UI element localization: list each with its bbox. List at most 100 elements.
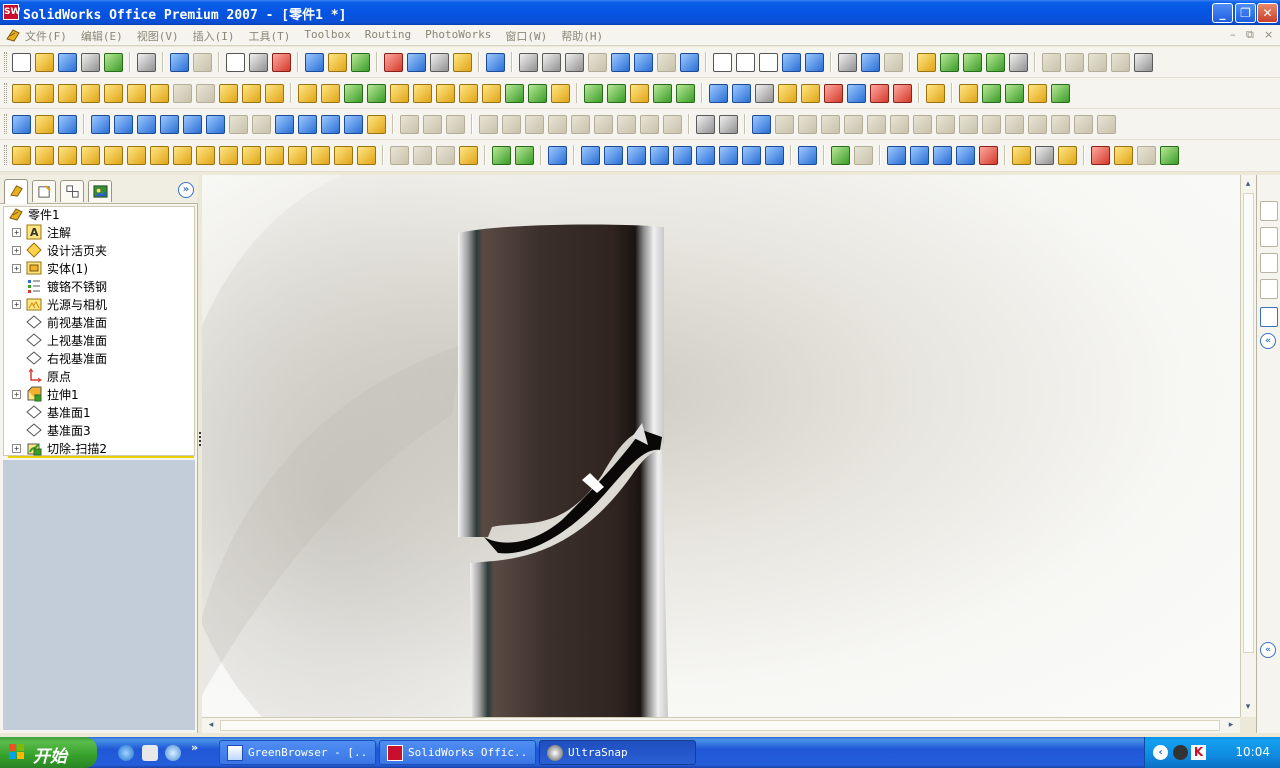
menu-help[interactable]: 帮助(H) xyxy=(561,28,603,44)
sketch-relation-icon[interactable] xyxy=(486,52,505,72)
vertical-scrollbar[interactable]: ▴ ▾ xyxy=(1240,175,1256,717)
texture-icon[interactable] xyxy=(1114,145,1133,165)
close-button[interactable]: ✕ xyxy=(1257,3,1278,23)
bottom-view-icon[interactable] xyxy=(696,145,715,165)
balance-icon[interactable] xyxy=(755,83,774,103)
smart-dimension-sketch-icon[interactable] xyxy=(58,114,77,134)
sketch-chamfer-icon[interactable] xyxy=(252,114,271,134)
rotate-icon[interactable] xyxy=(611,52,630,72)
projected-curve-icon[interactable] xyxy=(1051,83,1070,103)
mid-surface-icon[interactable] xyxy=(311,145,330,165)
back-view-icon[interactable] xyxy=(604,145,623,165)
right-view-icon[interactable] xyxy=(650,145,669,165)
symmetric-icon[interactable] xyxy=(1028,114,1047,134)
gusset-icon[interactable] xyxy=(1134,52,1153,72)
equations-icon[interactable] xyxy=(847,83,866,103)
copy-appearance-icon[interactable] xyxy=(1137,145,1156,165)
hole-wizard-icon[interactable] xyxy=(413,83,432,103)
toolbar-grip[interactable] xyxy=(4,52,7,72)
rib-icon[interactable] xyxy=(298,83,317,103)
title-bar[interactable]: SW SolidWorks Office Premium 2007 - [零件1… xyxy=(0,0,1280,25)
axis-icon[interactable] xyxy=(963,52,982,72)
appearance-icon[interactable] xyxy=(1012,145,1031,165)
save-icon[interactable] xyxy=(58,52,77,72)
hidden-lines-visible-icon[interactable] xyxy=(736,52,755,72)
circular-pattern-icon[interactable] xyxy=(459,83,478,103)
photoworks-scene-icon[interactable] xyxy=(854,145,873,165)
roll-view-icon[interactable] xyxy=(657,52,676,72)
tangent-icon[interactable] xyxy=(936,114,955,134)
surface-revolve-icon[interactable] xyxy=(35,145,54,165)
zoom-selection-icon[interactable] xyxy=(588,52,607,72)
note-icon[interactable] xyxy=(778,83,797,103)
front-view-icon[interactable] xyxy=(581,145,600,165)
equal-icon[interactable] xyxy=(1005,114,1024,134)
spline-icon[interactable] xyxy=(298,114,317,134)
tree-item-top-plane[interactable]: 上视基准面 xyxy=(4,331,194,349)
3d-sketch-icon[interactable] xyxy=(35,114,54,134)
sketch-picture-icon[interactable] xyxy=(696,114,715,134)
tangent-arc-icon[interactable] xyxy=(183,114,202,134)
expand-panel-button[interactable]: » xyxy=(178,182,194,198)
task-ultrasnap[interactable]: UltraSnap xyxy=(539,740,696,765)
task-greenbrowser[interactable]: GreenBrowser - [... xyxy=(219,740,376,765)
tree-item-annotations[interactable]: + A 注解 xyxy=(4,223,194,241)
antivirus-icon[interactable]: K xyxy=(1191,745,1206,760)
mass-properties-icon[interactable] xyxy=(1009,52,1028,72)
render-area-icon[interactable] xyxy=(910,145,929,165)
expand-toggle[interactable]: + xyxy=(12,264,21,273)
scroll-down-icon[interactable]: ▾ xyxy=(1241,700,1255,714)
toolbar-grip[interactable] xyxy=(4,145,7,165)
fill-surface-icon[interactable] xyxy=(288,145,307,165)
horizontal-scrollbar[interactable]: ◂ ▸ xyxy=(202,717,1240,733)
expand-toggle[interactable]: + xyxy=(12,246,21,255)
task-solidworks[interactable]: SolidWorks Offic... xyxy=(379,740,536,765)
doc-close-button[interactable]: × xyxy=(1264,28,1273,41)
wrap-icon[interactable] xyxy=(390,83,409,103)
menu-view[interactable]: 视图(V) xyxy=(137,28,179,44)
help-icon[interactable] xyxy=(453,52,472,72)
replace-face-icon[interactable] xyxy=(357,145,376,165)
material-editor-icon[interactable] xyxy=(1091,145,1110,165)
curves-icon[interactable] xyxy=(676,83,695,103)
scroll-right-icon[interactable]: ▸ xyxy=(1224,718,1238,732)
construction-line-icon[interactable] xyxy=(571,114,590,134)
sketch-fillet-icon[interactable] xyxy=(229,114,248,134)
weldment-icon[interactable] xyxy=(1042,52,1061,72)
new-document-icon[interactable] xyxy=(12,52,31,72)
view-orientation-icon[interactable] xyxy=(680,52,699,72)
modify-sketch-icon[interactable] xyxy=(719,114,738,134)
split-line-icon[interactable] xyxy=(1028,83,1047,103)
tree-item-origin[interactable]: 原点 xyxy=(4,367,194,385)
doc-minimize-button[interactable]: – xyxy=(1230,28,1236,41)
rectangle-icon[interactable] xyxy=(114,114,133,134)
checkbox-icon[interactable] xyxy=(801,83,820,103)
hidden-lines-removed-icon[interactable] xyxy=(759,52,778,72)
trim-surface-icon[interactable] xyxy=(242,145,261,165)
tree-item-lights-cameras[interactable]: + 光源与相机 xyxy=(4,295,194,313)
decal-icon[interactable] xyxy=(1035,145,1054,165)
scroll-left-icon[interactable]: ◂ xyxy=(204,718,218,732)
expand-toggle[interactable]: + xyxy=(12,390,21,399)
menu-toolbox[interactable]: Toolbox xyxy=(304,28,350,44)
realview-icon[interactable] xyxy=(884,52,903,72)
dimetric-view-icon[interactable] xyxy=(765,145,784,165)
tree-item-extrude1[interactable]: + 拉伸1 xyxy=(4,385,194,403)
plane-icon[interactable] xyxy=(367,114,386,134)
knit-surface-icon[interactable] xyxy=(173,145,192,165)
vertical-icon[interactable] xyxy=(821,114,840,134)
swept-cut-icon[interactable] xyxy=(150,83,169,103)
centerpoint-arc-icon[interactable] xyxy=(160,114,179,134)
tray-app-icon[interactable] xyxy=(1173,745,1188,760)
trim-entities-icon[interactable] xyxy=(479,114,498,134)
render-last-area-icon[interactable] xyxy=(933,145,952,165)
spell-check-icon[interactable] xyxy=(709,83,728,103)
pierce-icon[interactable] xyxy=(1074,114,1093,134)
scale-icon[interactable] xyxy=(926,83,945,103)
doc-restore-button[interactable]: ⧉ xyxy=(1246,28,1254,42)
lofted-boss-icon[interactable] xyxy=(81,83,100,103)
file-explorer-icon[interactable] xyxy=(1260,253,1278,273)
sketch-point-icon[interactable] xyxy=(321,114,340,134)
solidworks-logo-icon[interactable]: SW xyxy=(3,4,20,20)
offset-surface-icon[interactable] xyxy=(127,145,146,165)
